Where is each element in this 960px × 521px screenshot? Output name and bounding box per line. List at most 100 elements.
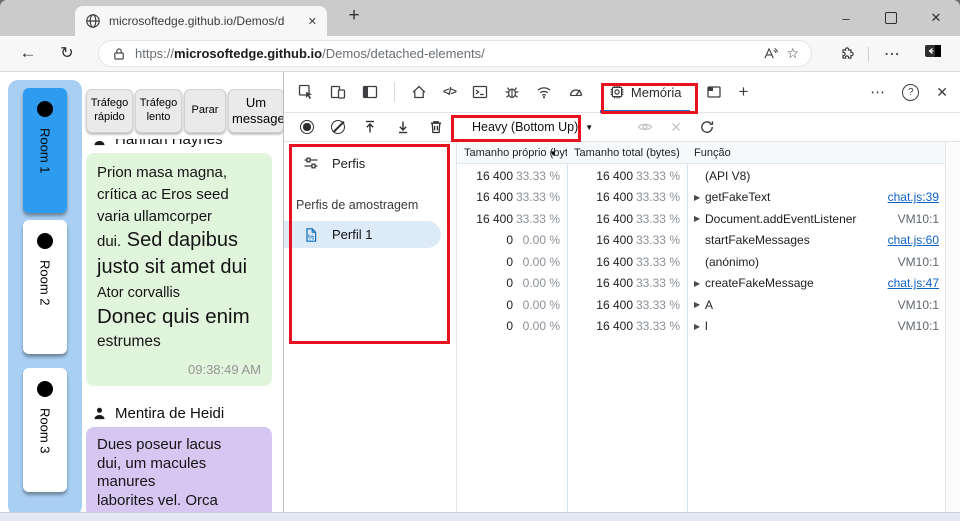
url-text: https://microsoftedge.github.io/Demos/de…: [135, 46, 485, 61]
help-icon[interactable]: ?: [902, 83, 920, 101]
welcome-home-icon[interactable]: [411, 84, 427, 100]
sort-desc-icon: ▼: [549, 149, 557, 158]
source-link[interactable]: chat.js:60: [888, 233, 946, 247]
message-author: Hannah Haynes: [92, 139, 283, 148]
table-row[interactable]: 16 400 33.33 % 16 400 33.33 % (API V8): [457, 165, 946, 187]
device-emulation-icon[interactable]: [330, 84, 346, 100]
expand-caret-icon[interactable]: ▶: [694, 322, 705, 331]
room-dot-icon: [37, 101, 53, 117]
room-3-tab[interactable]: Room 3: [23, 368, 67, 492]
favorite-star-icon[interactable]: ☆: [786, 45, 799, 62]
table-row[interactable]: 16 400 33.33 % 16 400 33.33 % ▶ Document.ad…: [457, 208, 946, 230]
source-link[interactable]: chat.js:39: [888, 190, 946, 204]
close-window-button[interactable]: ✕: [923, 9, 949, 27]
console-icon[interactable]: [472, 84, 488, 100]
table-row[interactable]: 0 0.00 % 16 400 33.33 % ▶ createFakeMessage…: [457, 273, 946, 295]
back-button[interactable]: ←: [17, 43, 39, 63]
table-row[interactable]: 0 0.00 % 16 400 33.33 % (anónimo) VM10:1: [457, 251, 946, 273]
minimize-button[interactable]: –: [833, 9, 859, 27]
reload-button[interactable]: ↻: [56, 43, 78, 63]
devtools-close-icon[interactable]: ✕: [936, 84, 948, 101]
profile-document-icon: %: [303, 227, 319, 243]
room-dot-icon: [37, 233, 53, 249]
activity-bar-icon[interactable]: [362, 84, 378, 100]
settings-more-icon[interactable]: ⋯: [884, 44, 900, 64]
record-profile-button[interactable]: [300, 120, 314, 134]
stop-button[interactable]: Parar: [184, 89, 226, 133]
address-bar[interactable]: https://microsoftedge.github.io/Demos/de…: [98, 40, 812, 67]
profile-table: Tamanho próprio (bytes) ▼ Tamanho total …: [457, 142, 960, 513]
eye-inspect-icon-disabled: [637, 119, 653, 135]
slow-traffic-button[interactable]: Tráfego lento: [135, 89, 182, 133]
lock-icon: [111, 46, 127, 62]
col-header-self-size[interactable]: Tamanho próprio (bytes) ▼: [457, 142, 567, 163]
dropdown-arrow-icon: ▼: [585, 122, 594, 132]
window-bottom-edge: [0, 512, 960, 521]
clear-profiles-button[interactable]: [331, 120, 345, 134]
page-content: Room 1 Room 2 Room 3 Tráfego rápido Tráf…: [0, 72, 283, 521]
room-2-tab[interactable]: Room 2: [23, 220, 67, 354]
chat-bubble: Dues poseur lacus dui, um macules manure…: [86, 427, 272, 521]
source-link[interactable]: VM10:1: [898, 298, 946, 312]
sidebar-toggle-icon[interactable]: [924, 44, 942, 58]
download-profile-icon[interactable]: [395, 119, 411, 135]
source-link[interactable]: VM10:1: [898, 212, 946, 226]
browser-tab[interactable]: microsoftedge.github.io/Demos/d ✕: [75, 6, 327, 36]
title-bar: microsoftedge.github.io/Demos/d ✕ + – ✕: [0, 0, 960, 36]
table-header: Tamanho próprio (bytes) ▼ Tamanho total …: [457, 142, 946, 164]
toolbar-divider: [868, 47, 869, 62]
refresh-icon[interactable]: [699, 119, 715, 135]
network-wifi-icon[interactable]: [536, 84, 552, 100]
extensions-icon[interactable]: [840, 44, 856, 60]
new-tab-button[interactable]: +: [342, 5, 366, 27]
expand-caret-icon[interactable]: ▶: [694, 214, 705, 223]
profile-view-dropdown[interactable]: Heavy (Bottom Up) ▼: [463, 116, 602, 138]
delete-profile-trash-icon[interactable]: [428, 119, 444, 135]
expand-caret-icon[interactable]: ▶: [694, 279, 705, 288]
performance-gauge-icon[interactable]: [568, 84, 584, 100]
one-message-button[interactable]: Um message: [228, 89, 283, 133]
room-1-label: Room 1: [37, 128, 53, 174]
message-author: Mentira de Heidi: [92, 405, 283, 422]
expand-caret-icon[interactable]: ▶: [694, 193, 705, 202]
profiles-sidebar: Perfis Perfis de amostragem % Perfil 1: [284, 142, 457, 513]
memory-tab[interactable]: Memória: [599, 72, 691, 113]
sampling-profiles-section-label: Perfis de amostragem: [296, 198, 419, 212]
col-header-total-size[interactable]: Tamanho total (bytes): [567, 142, 687, 163]
room-2-label: Room 2: [37, 260, 53, 306]
globe-icon: [85, 13, 101, 29]
profiles-header[interactable]: Perfis: [303, 155, 456, 171]
memory-chip-icon: [609, 84, 625, 100]
tune-sliders-icon: [303, 155, 319, 171]
tab-title: microsoftedge.github.io/Demos/d: [109, 14, 285, 28]
source-link[interactable]: VM10:1: [898, 319, 946, 333]
col-header-function[interactable]: Função: [687, 142, 946, 163]
table-row[interactable]: 0 0.00 % 16 400 33.33 % startFakeMessages c…: [457, 230, 946, 252]
maximize-button[interactable]: [878, 9, 904, 27]
bug-debug-icon[interactable]: [504, 84, 520, 100]
table-row[interactable]: 0 0.00 % 16 400 33.33 % ▶ A VM10:1: [457, 294, 946, 316]
tab-close-icon[interactable]: ✕: [308, 15, 317, 28]
fast-traffic-button[interactable]: Tráfego rápido: [86, 89, 133, 133]
sources-code-icon[interactable]: </>: [443, 86, 457, 98]
upload-profile-icon[interactable]: [362, 119, 378, 135]
expand-caret-icon[interactable]: ▶: [694, 300, 705, 309]
inspect-element-icon[interactable]: [298, 84, 314, 100]
memory-tab-label: Memória: [630, 84, 682, 100]
source-link[interactable]: chat.js:47: [888, 276, 946, 290]
room-dot-icon: [37, 381, 53, 397]
panel-layout-icon[interactable]: [706, 84, 722, 100]
table-row[interactable]: 16 400 33.33 % 16 400 33.33 % ▶ getFakeText…: [457, 187, 946, 209]
read-aloud-icon[interactable]: [763, 46, 779, 61]
source-link[interactable]: VM10:1: [898, 255, 946, 269]
svg-text:%: %: [308, 232, 315, 241]
devtools-more-icon[interactable]: ⋯: [870, 83, 885, 101]
memory-toolbar: Heavy (Bottom Up) ▼ ✕: [284, 113, 960, 142]
person-avatar-icon: [92, 139, 107, 147]
room-1-tab[interactable]: Room 1: [23, 88, 67, 213]
table-row[interactable]: 0 0.00 % 16 400 33.33 % ▶ l VM10:1: [457, 316, 946, 338]
table-scrollbar[interactable]: [945, 142, 960, 513]
add-panel-button[interactable]: +: [738, 82, 748, 102]
devtools-panel: </> Memória + ⋯ ? ✕ Heavy (Bottom Up) ▼ …: [283, 72, 960, 521]
profile-1-item[interactable]: % Perfil 1: [284, 221, 441, 248]
